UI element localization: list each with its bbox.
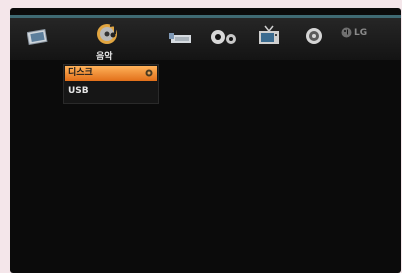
tv-screen: 음악 LG 디스크 USB (10, 8, 401, 273)
home-menu-bar (10, 18, 401, 60)
music-icon (97, 23, 117, 44)
menu-item-music[interactable] (95, 22, 119, 46)
photo-icon (27, 29, 48, 45)
lg-logo: LG (341, 27, 367, 38)
settings-icon (211, 30, 236, 44)
menu-item-music-label: 음악 (96, 52, 113, 62)
menu-item-photo[interactable] (27, 29, 49, 45)
submenu-item-usb[interactable]: USB (65, 84, 157, 99)
menu-item-settings[interactable] (209, 28, 239, 46)
menu-item-disc[interactable] (304, 27, 324, 45)
submenu-item-label: USB (68, 86, 89, 96)
submenu-item-label: 디스크 (68, 68, 93, 78)
lg-face-icon (341, 27, 352, 38)
movie-icon (169, 33, 191, 43)
submenu-item-disc[interactable]: 디스크 (65, 66, 157, 81)
disc-small-icon (145, 69, 153, 77)
menu-item-movie[interactable] (169, 31, 193, 45)
tv-icon (259, 25, 279, 44)
menu-item-tv[interactable] (258, 25, 280, 45)
disc-icon (306, 28, 322, 44)
music-source-menu: 디스크 USB (63, 64, 159, 104)
brand-text: LG (354, 27, 368, 38)
